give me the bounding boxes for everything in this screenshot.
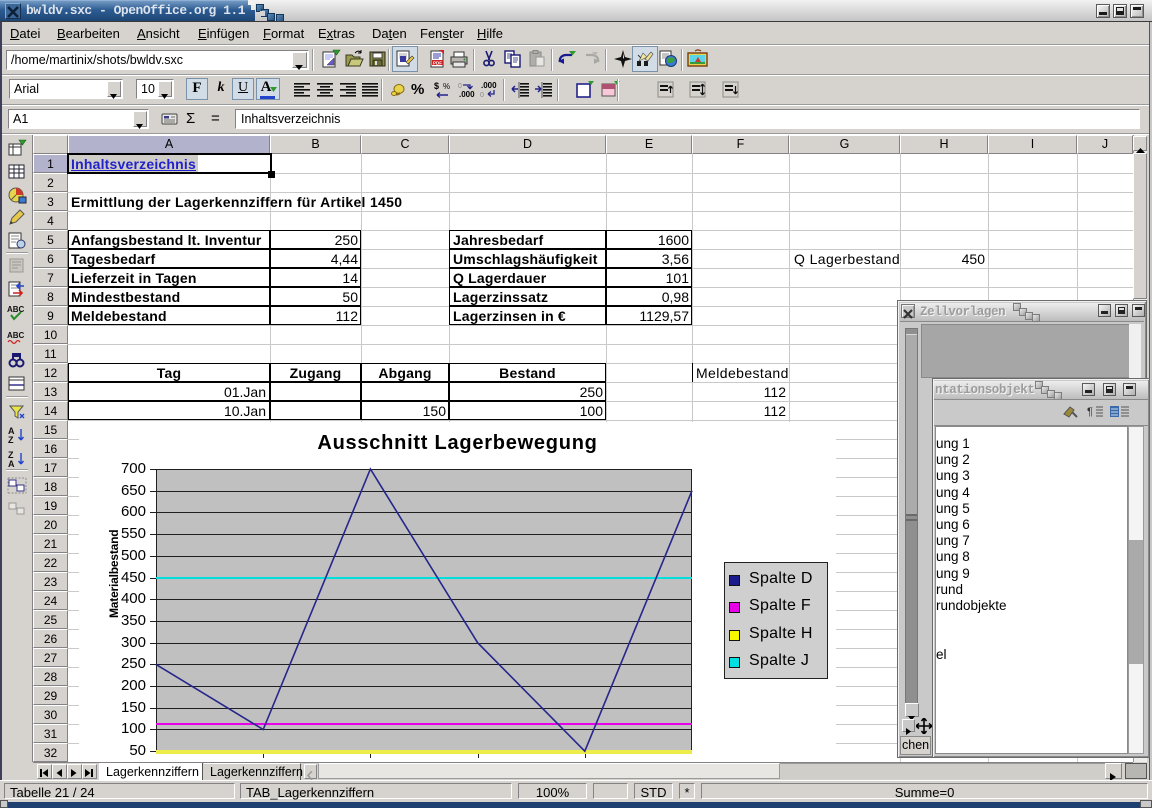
svg-text:Z: Z xyxy=(8,435,14,445)
svg-text:PDF: PDF xyxy=(433,61,442,66)
svg-text:.000: .000 xyxy=(481,81,497,90)
svg-text:ABC: ABC xyxy=(7,305,25,314)
svg-text:A: A xyxy=(8,459,15,469)
svg-text:.000: .000 xyxy=(459,90,475,99)
svg-text:¶: ¶ xyxy=(1087,406,1093,418)
svg-text:0: 0 xyxy=(458,83,462,90)
svg-text:$: $ xyxy=(434,81,439,91)
svg-text:ABC: ABC xyxy=(7,331,25,340)
svg-text:0: 0 xyxy=(480,92,484,99)
svg-text:%: % xyxy=(443,82,450,91)
